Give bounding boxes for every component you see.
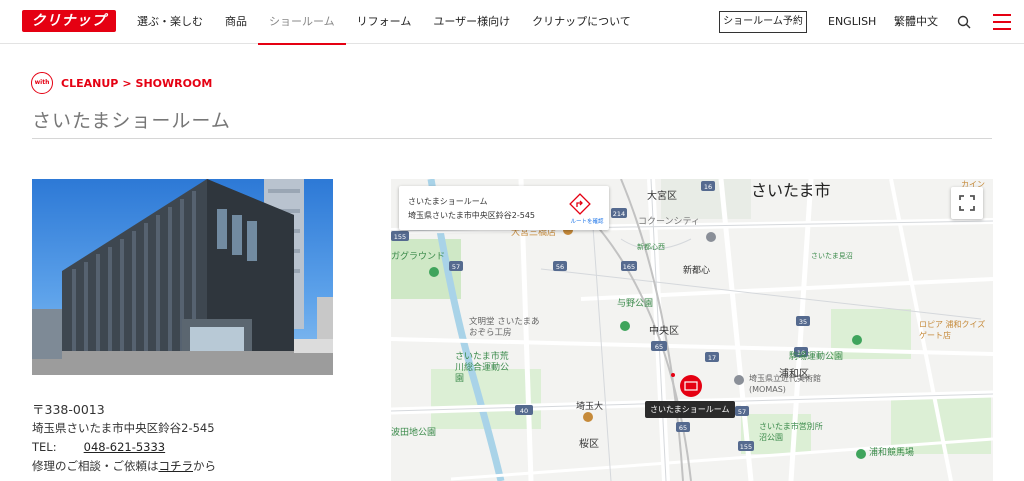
repair-row: 修理のご相談・ご依頼はコチラから [32,457,216,476]
nav-item-about[interactable]: クリナップについて [521,0,642,44]
school-poi-icon [583,412,593,422]
breadcrumb-separator: > [122,76,132,90]
map-label-shintoshin-st: 新都心西 [637,243,665,251]
cleanup-logo[interactable]: クリナップ [22,10,116,32]
map-label-komaba: 駒場運動公園 [789,352,844,362]
map-label-urawa-race: 浦和競馬場 [869,448,915,458]
page-title: さいたまショールーム [32,110,231,132]
route-shield: 17 [708,354,716,362]
hamburger-menu-icon[interactable] [993,14,1011,30]
breadcrumb: with CLEANUP > SHOWROOM [31,72,212,94]
map-card-address: 埼玉県さいたま市中央区鈴谷2-545 [408,211,536,220]
map-label-arakawa: さいたま市荒川総合運動公園 [455,352,510,384]
route-shield: 65 [655,343,663,351]
map-label-bessho: さいたま市営別所沼公園 [759,422,823,442]
showroom-reserve-button[interactable]: ショールーム予約 [719,11,807,33]
route-shield: 57 [452,263,460,271]
tel-link[interactable]: 048-621-5333 [84,440,165,454]
address: 埼玉県さいたま市中央区鈴谷2-545 [32,421,215,435]
search-icon[interactable] [957,15,971,29]
map-label-bunmei: 文明堂 さいたまあおぞら工房 [469,317,540,338]
map-place-card: さいたまショールーム 埼玉県さいたま市中央区鈴谷2-545 ルートを確認 [399,186,609,230]
map-label-museum: 埼玉県立近代美術館(MOMAS) [749,374,821,394]
title-divider [32,138,992,139]
google-map[interactable]: 214 16 155 56 57 165 65 17 40 155 65 35 … [391,179,993,481]
park-poi-icon [620,321,630,331]
park-poi-icon [856,449,866,459]
showroom-map-pin-icon[interactable] [680,375,702,397]
shopping-poi-icon [706,232,716,242]
route-shield: 165 [623,263,635,271]
map-label-city: さいたま市 [751,181,831,200]
park-poi-icon [429,267,439,277]
postal-code: 〒338-0013 [32,402,105,417]
route-shield: 56 [556,263,564,271]
route-shield: 40 [520,407,528,415]
map-label-yono-park: 与野公園 [617,299,654,309]
route-shield: 35 [799,318,807,326]
repair-prefix: 修理のご相談・ご依頼は [32,459,159,473]
map-fullscreen-button[interactable] [951,187,983,219]
park-poi-icon [852,335,862,345]
lang-english-link[interactable]: ENGLISH [828,0,876,44]
route-shield: 65 [679,424,687,432]
map-label-shintoshin: 新都心 [683,266,711,276]
nav-item-showroom[interactable]: ショールーム [258,0,346,45]
breadcrumb-showroom[interactable]: SHOWROOM [136,77,213,90]
fullscreen-icon [959,195,975,211]
tel-row: TEL: 048-621-5333 [32,438,216,457]
breadcrumb-cleanup[interactable]: CLEANUP [61,77,118,90]
site-header: クリナップ 選ぶ・楽しむ 商品 ショールーム リフォーム ユーザー様向け クリナ… [0,0,1024,45]
map-label-chuo: 中央区 [649,326,679,337]
route-shield: 16 [704,183,712,191]
route-shield: 155 [394,233,406,241]
nav-item-products[interactable]: 商品 [214,0,258,44]
map-label-omiya-station: さいたま見沼 [811,252,853,260]
route-shield: 57 [738,408,746,416]
repair-link[interactable]: コチラ [159,459,194,473]
tel-label: TEL: [32,440,57,454]
route-shield: 155 [740,443,752,451]
showroom-info: 〒338-0013 埼玉県さいたま市中央区鈴谷2-545 TEL: 048-62… [32,400,216,476]
map-card-name: さいたまショールーム [408,197,488,206]
museum-poi-icon [734,375,744,385]
map-label-ground: ガグラウンド [391,252,446,262]
map-pin-label: さいたまショールーム [645,401,735,418]
repair-suffix: から [193,459,216,473]
directions-icon [569,193,591,215]
map-label-omiya: 大宮区 [647,191,677,202]
route-button[interactable]: ルートを確認 [569,191,605,227]
route-shield: 214 [613,210,625,218]
main-nav: 選ぶ・楽しむ 商品 ショールーム リフォーム ユーザー様向け クリナップについて [126,0,642,45]
nav-item-users[interactable]: ユーザー様向け [422,0,521,44]
map-label-cocoon: コクーンシティ [638,217,701,227]
showroom-building-photo [32,179,333,375]
map-label-saitama-u: 埼玉大 [576,402,604,412]
map-label-rohpia: ロピア 浦和クイズゲート店 [919,320,986,340]
nav-item-choose[interactable]: 選ぶ・楽しむ [126,0,214,44]
with-badge-icon: with [31,72,53,94]
nav-item-reform[interactable]: リフォーム [346,0,423,44]
map-label-tajima: 波田地公園 [391,428,437,438]
lang-chinese-link[interactable]: 繁體中文 [894,0,938,44]
map-label-sakura: 桜区 [579,439,599,450]
route-label: ルートを確認 [570,219,604,225]
